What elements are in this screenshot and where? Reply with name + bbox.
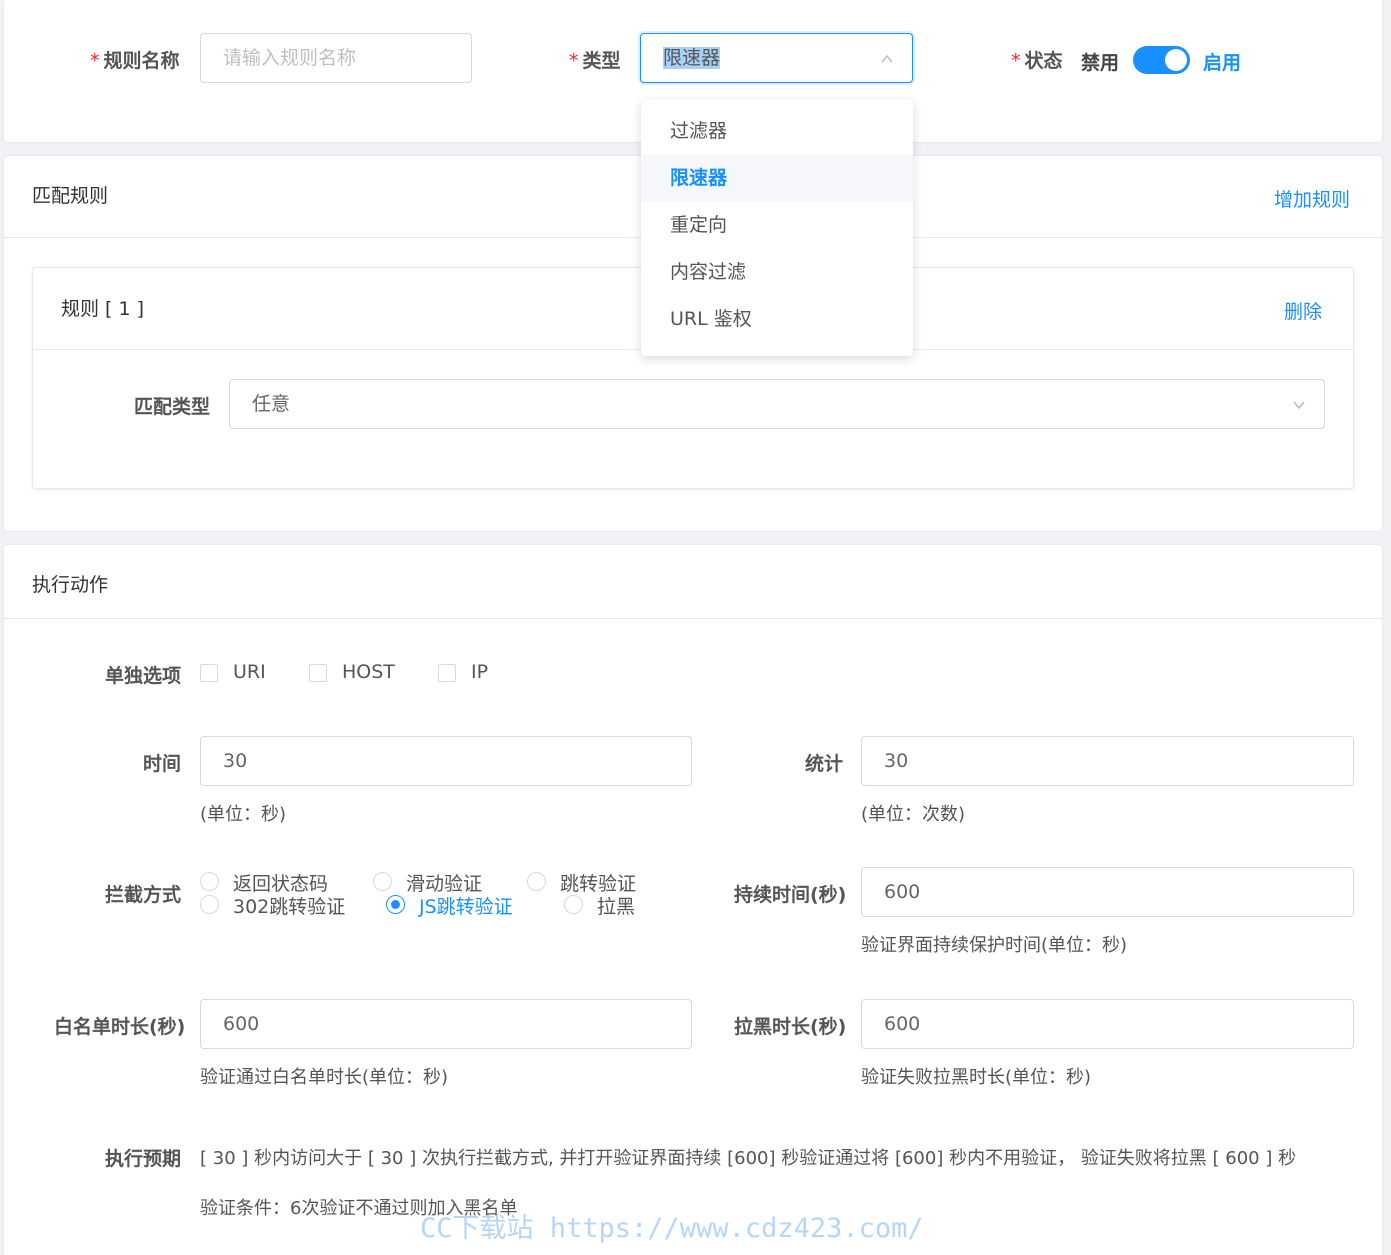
rule-name-input[interactable]: 请输入规则名称: [200, 33, 472, 83]
duration-hint: 验证界面持续保护时间(单位：秒): [861, 935, 1128, 956]
status-label: * 状态: [1011, 50, 1063, 72]
type-option-rate-limiter[interactable]: 限速器: [641, 155, 913, 202]
radio-302-verify-label: 302跳转验证: [233, 896, 346, 918]
blacklist-input[interactable]: 600: [861, 999, 1354, 1049]
type-option-content-filter[interactable]: 内容过滤: [641, 249, 913, 296]
add-rule-button[interactable]: 增加规则: [1274, 185, 1350, 212]
type-label: * 类型: [569, 50, 621, 72]
host-checkbox[interactable]: [309, 664, 327, 682]
type-option-url-auth[interactable]: URL 鉴权: [641, 296, 913, 343]
rule-title: 规则 [ 1 ]: [61, 298, 145, 320]
host-checkbox-label: HOST: [342, 661, 395, 683]
radio-slide-verify[interactable]: [373, 872, 392, 891]
blacklist-hint: 验证失败拉黑时长(单位：秒): [861, 1067, 1092, 1088]
type-select[interactable]: 限速器: [640, 33, 913, 83]
match-type-select[interactable]: 任意: [229, 379, 1325, 429]
uri-checkbox-label: URI: [233, 661, 266, 683]
radio-return-status[interactable]: [200, 872, 219, 891]
delete-rule-button[interactable]: 删除: [1284, 297, 1322, 324]
duration-input[interactable]: 600: [861, 867, 1354, 917]
status-toggle[interactable]: [1133, 46, 1190, 74]
block-mode-label: 拦截方式: [105, 884, 182, 906]
uri-checkbox[interactable]: [200, 664, 218, 682]
ip-checkbox-label: IP: [471, 661, 489, 683]
ip-checkbox[interactable]: [438, 664, 456, 682]
time-label: 时间: [143, 753, 182, 775]
count-input[interactable]: 30: [861, 736, 1354, 786]
rule-name-label: * 规则名称: [90, 50, 180, 72]
chevron-down-icon: [1292, 380, 1306, 428]
radio-js-verify-label: JS跳转验证: [419, 896, 513, 918]
chevron-up-icon: [880, 34, 894, 82]
radio-302-verify[interactable]: [200, 895, 219, 914]
whitelist-input[interactable]: 600: [200, 999, 692, 1049]
count-hint: (单位：次数): [861, 804, 966, 825]
radio-js-verify[interactable]: [386, 895, 405, 914]
expected-label: 执行预期: [105, 1148, 182, 1170]
time-input[interactable]: 30: [200, 736, 692, 786]
radio-redirect-verify[interactable]: [527, 872, 546, 891]
whitelist-hint: 验证通过白名单时长(单位：秒): [200, 1067, 449, 1088]
duration-label: 持续时间(秒): [734, 884, 847, 906]
single-options-label: 单独选项: [105, 665, 182, 687]
type-option-filter[interactable]: 过滤器: [641, 108, 913, 155]
time-hint: (单位：秒): [200, 804, 287, 825]
action-divider: [4, 618, 1382, 619]
type-option-redirect[interactable]: 重定向: [641, 202, 913, 249]
action-title: 执行动作: [32, 574, 109, 596]
expected-text: [ 30 ] 秒内访问大于 [ 30 ] 次执行拦截方式, 并打开验证界面持续 …: [200, 1148, 1297, 1169]
radio-blacklist-label: 拉黑: [597, 896, 636, 918]
blacklist-label: 拉黑时长(秒): [734, 1016, 847, 1038]
status-off-label: 禁用: [1081, 52, 1120, 74]
whitelist-label: 白名单时长(秒): [54, 1016, 186, 1038]
type-dropdown-menu: 过滤器 限速器 重定向 内容过滤 URL 鉴权: [641, 100, 913, 356]
count-label: 统计: [805, 753, 844, 775]
watermark: CC下载站 https://www.cdz423.com/: [420, 1213, 924, 1244]
match-rules-title: 匹配规则: [32, 185, 109, 207]
radio-blacklist[interactable]: [564, 895, 583, 914]
match-type-label: 匹配类型: [134, 396, 211, 418]
status-on-label: 启用: [1203, 52, 1242, 74]
